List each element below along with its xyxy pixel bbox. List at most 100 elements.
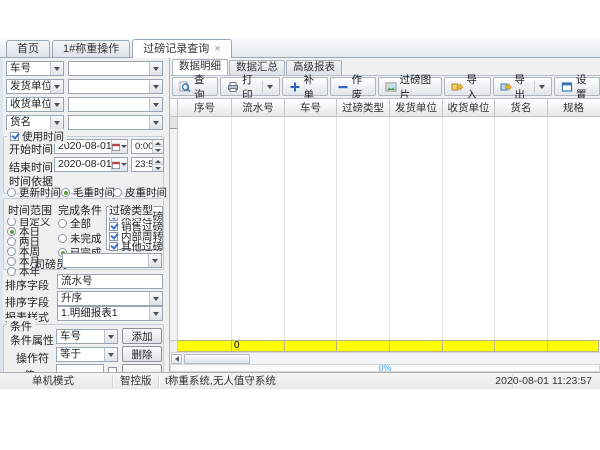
scrollbar-thumb[interactable] [184, 354, 250, 364]
chevron-down-icon[interactable] [267, 85, 273, 89]
summary-row-header-stub [170, 340, 178, 352]
end-date-value: 2020-08-01 [55, 158, 111, 171]
check-other-weigh[interactable]: 其他过磅 [109, 239, 163, 254]
radio-icon [7, 188, 16, 197]
filter-field-1-name-combo[interactable]: 车号 [6, 61, 64, 76]
column-header-receiver[interactable]: 收货单位 [443, 99, 495, 116]
filter-field-3-name-combo[interactable]: 收货单位 [6, 97, 64, 112]
sort-field-input[interactable]: 流水号 [57, 274, 163, 289]
print-button-label: 打印 [242, 72, 258, 102]
condition-attr-value: 车号 [57, 330, 104, 343]
column-header-goods[interactable]: 货名 [495, 99, 548, 116]
column-header-seq[interactable]: 序号 [178, 99, 232, 116]
end-time-spinner[interactable]: 23:59:59 [131, 157, 164, 172]
add-condition-button[interactable]: 添加 [122, 328, 162, 344]
spinner-icon[interactable] [152, 158, 163, 171]
summary-cell [337, 340, 390, 352]
chevron-down-icon[interactable] [104, 348, 117, 361]
use-time-label: 使用时间 [22, 129, 64, 144]
filter-field-1-value-combo[interactable] [68, 61, 163, 76]
condition-attr-combo[interactable]: 车号 [56, 329, 118, 344]
use-time-checkbox[interactable]: 使用时间 [7, 129, 67, 144]
export-button[interactable]: 导出 [493, 77, 552, 96]
chevron-down-icon[interactable] [539, 85, 545, 89]
grid-row-header-strip [170, 117, 178, 341]
calendar-icon[interactable] [111, 140, 127, 153]
weigher-combo[interactable] [62, 253, 162, 268]
plus-icon [289, 81, 301, 93]
filter-panel: 车号 发货单位 收货单位 货名 [0, 58, 170, 372]
filter-field-2-name-combo[interactable]: 发货单位 [6, 79, 64, 94]
summary-cell-count: 0 [232, 340, 285, 352]
chevron-down-icon[interactable] [149, 116, 162, 129]
status-system-name: t称重系统,无人值守系统 [165, 373, 276, 389]
chevron-down-icon[interactable] [148, 254, 161, 267]
radio-icon [113, 188, 122, 197]
filter-field-4-name-combo[interactable]: 货名 [6, 115, 64, 130]
supplement-order-button[interactable]: 补单 [282, 77, 328, 96]
summary-cell-seq [178, 340, 232, 352]
status-datetime: 2020-08-01 11:23:57 [495, 373, 592, 389]
start-time-spinner[interactable]: 0:00:00 [131, 139, 164, 154]
calendar-icon[interactable] [111, 158, 127, 171]
column-header-spec[interactable]: 规格 [548, 99, 599, 116]
filter-field-2-value-combo[interactable] [68, 79, 163, 94]
tab-close-icon[interactable]: × [214, 44, 220, 55]
import-icon [451, 81, 463, 93]
filter-field-3-value [69, 98, 149, 111]
void-order-button[interactable]: 作废 [330, 77, 376, 96]
chevron-down-icon[interactable] [149, 62, 162, 75]
chevron-down-icon[interactable] [50, 80, 63, 93]
tab-weighing-record-query[interactable]: 过磅记录查询 × [132, 39, 231, 58]
filter-field-4-value-combo[interactable] [68, 115, 163, 130]
delete-condition-button[interactable]: 删除 [122, 346, 162, 362]
radio-finish-unfinished[interactable]: 未完成 [58, 231, 102, 246]
filter-field-4-name: 货名 [7, 116, 50, 129]
condition-attr-label: 条件属性 [10, 332, 54, 348]
radio-finish-all-label: 全部 [70, 216, 91, 231]
sort-order-combo[interactable]: 升序 [57, 291, 163, 306]
query-button-label: 查询 [194, 72, 211, 102]
scroll-left-icon[interactable] [171, 354, 182, 364]
radio-finish-all[interactable]: 全部 [58, 216, 91, 231]
radio-icon [7, 267, 16, 276]
column-header-weigh-type[interactable]: 过磅类型 [337, 99, 390, 116]
grid-focus-cell [170, 117, 177, 129]
chevron-down-icon[interactable] [50, 116, 63, 129]
chevron-down-icon[interactable] [149, 80, 162, 93]
end-date-picker[interactable]: 2020-08-01 [54, 157, 128, 172]
spinner-icon[interactable] [152, 140, 163, 153]
status-divider [112, 375, 113, 387]
chevron-down-icon[interactable] [149, 98, 162, 111]
weigh-photo-button[interactable]: 过磅图片 [378, 77, 443, 96]
condition-extra-button[interactable] [122, 364, 162, 372]
settings-button[interactable]: 设置 [554, 77, 600, 96]
sort-order-label: 排序字段 [5, 294, 49, 310]
condition-operator-combo[interactable]: 等于 [56, 347, 118, 362]
chevron-down-icon[interactable] [149, 292, 162, 305]
query-button[interactable]: 查询 [172, 77, 218, 96]
filter-field-3-value-combo[interactable] [68, 97, 163, 112]
grid-header-row: 序号 流水号 车号 过磅类型 发货单位 收货单位 货名 规格 [170, 99, 600, 117]
import-button[interactable]: 导入 [444, 77, 490, 96]
print-button[interactable]: 打印 [220, 77, 279, 96]
chevron-down-icon[interactable] [104, 330, 117, 343]
condition-value-input[interactable] [56, 364, 104, 372]
filter-field-1-value [69, 62, 149, 75]
tab-weighing-operation[interactable]: 1#称重操作 [52, 40, 130, 57]
tab-weighing-record-query-label: 过磅记录查询 [143, 42, 209, 57]
report-style-combo[interactable]: 1.明细报表1 [57, 306, 163, 321]
chevron-down-icon[interactable] [50, 62, 63, 75]
status-bar: 单机模式 智控版 t称重系统,无人值守系统 2020-08-01 11:23:5… [0, 372, 600, 389]
grid-body[interactable] [170, 117, 600, 341]
tab-home[interactable]: 首页 [6, 40, 50, 57]
time-range-title: 时间范围 [8, 202, 52, 218]
progress-label: 0% [378, 363, 391, 372]
column-header-sender[interactable]: 发货单位 [390, 99, 443, 116]
chevron-down-icon[interactable] [149, 307, 162, 320]
column-header-vehicle[interactable]: 车号 [285, 99, 337, 116]
filter-field-4-value [69, 116, 149, 129]
column-header-serial[interactable]: 流水号 [232, 99, 285, 116]
grid-column [495, 117, 548, 341]
chevron-down-icon[interactable] [50, 98, 63, 111]
